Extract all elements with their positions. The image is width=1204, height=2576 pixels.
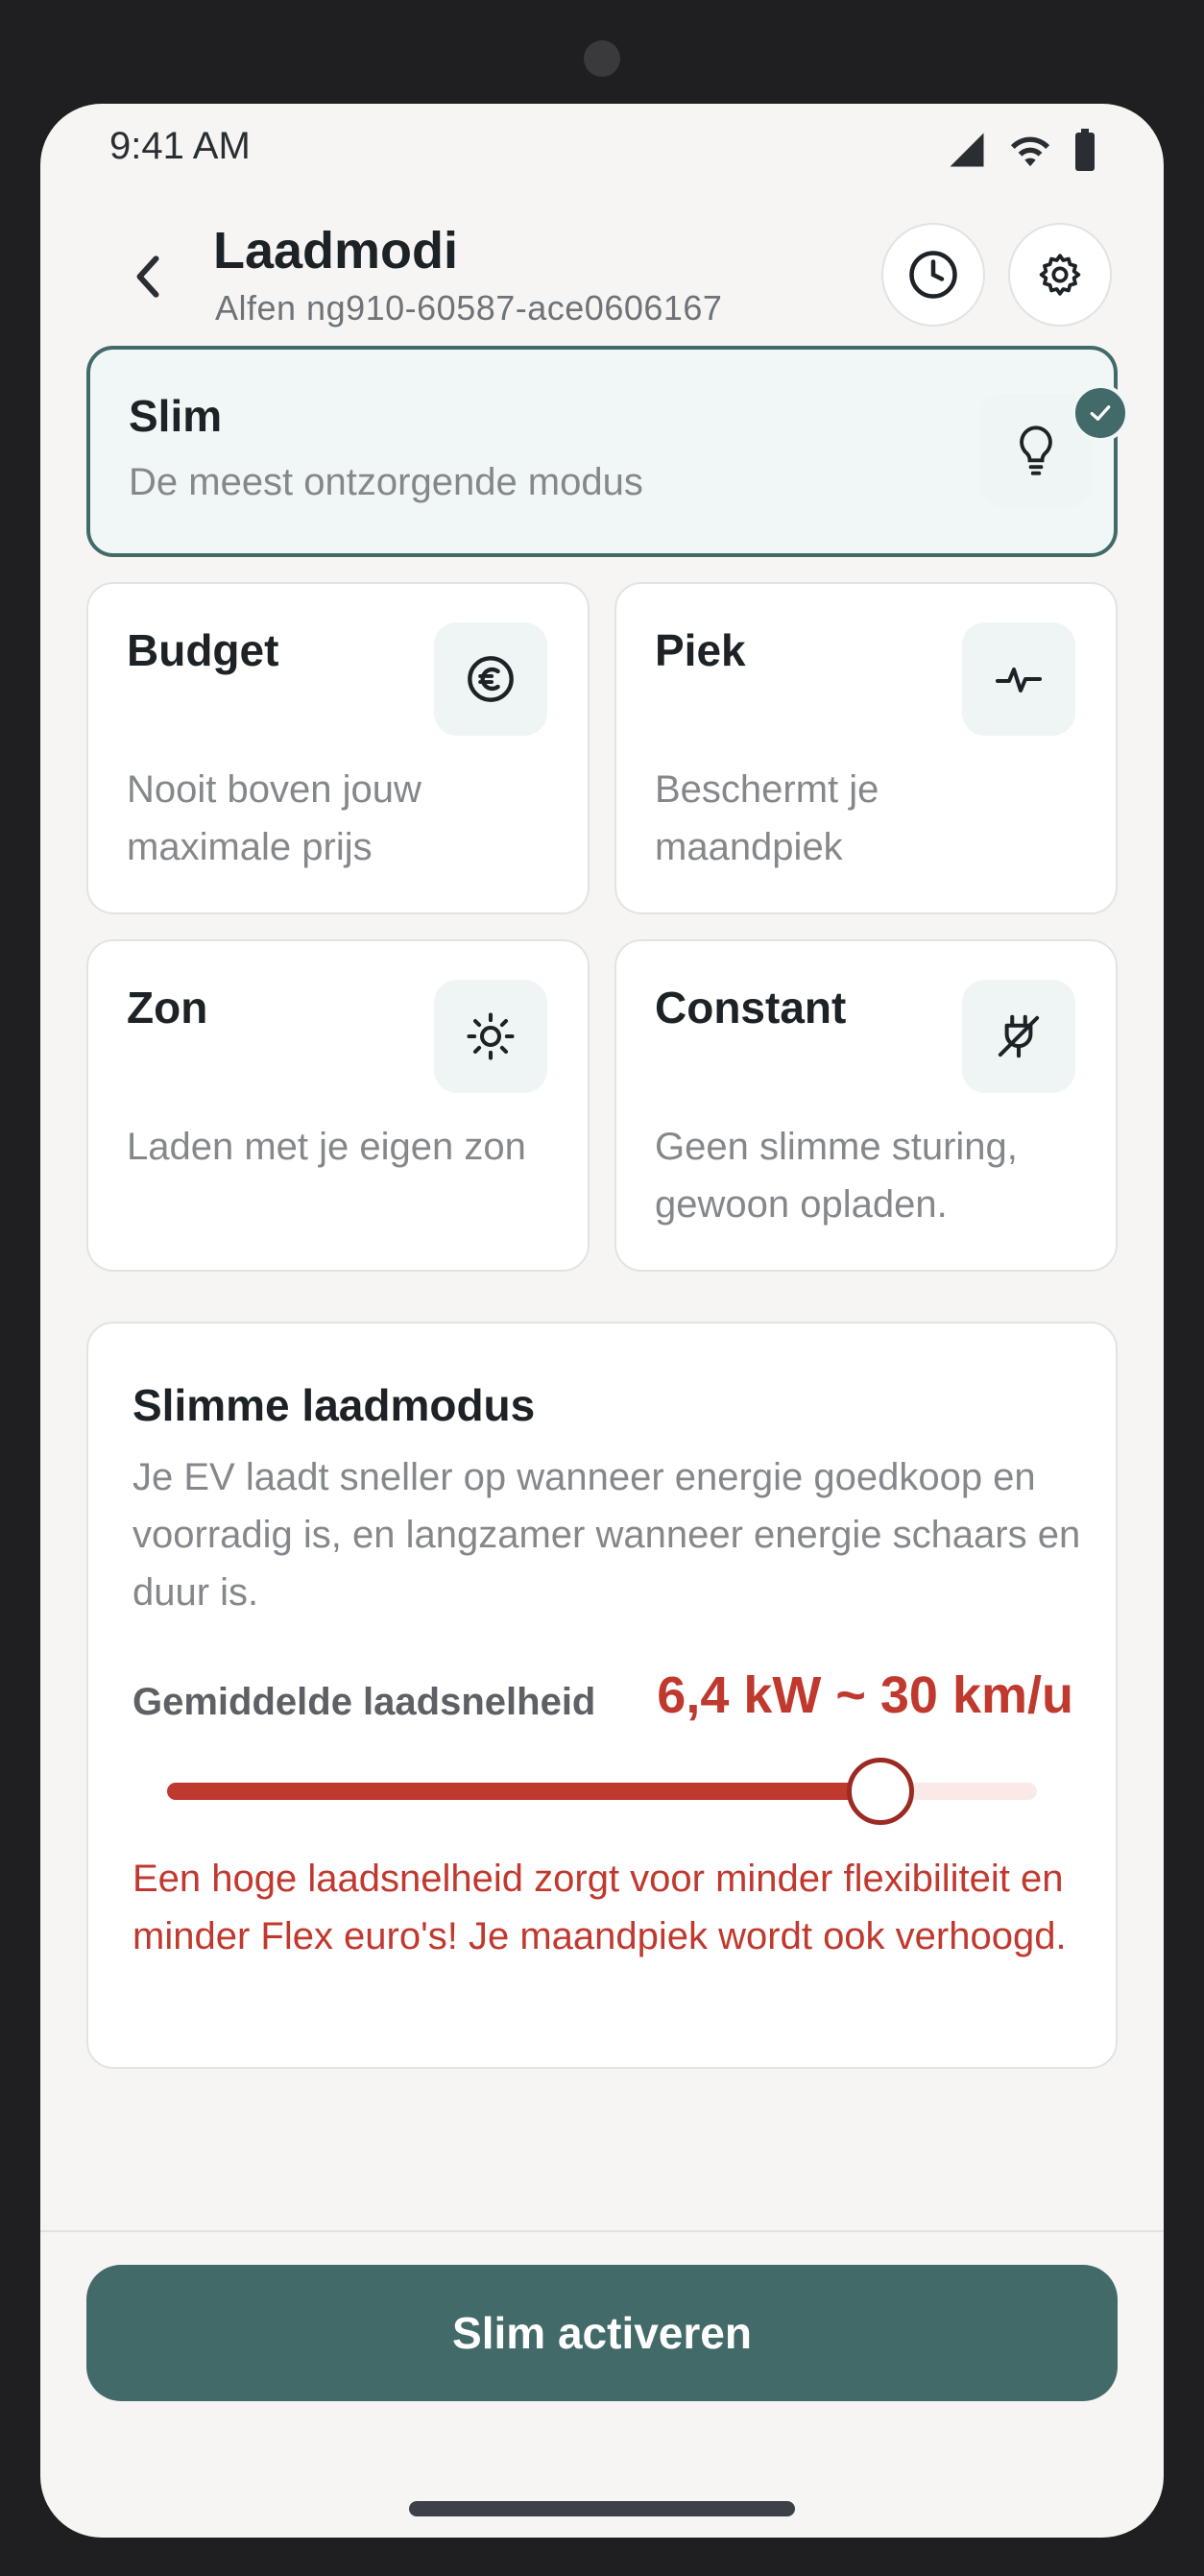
mode-card-budget[interactable]: Budget Nooit boven jouw maximale prijs — [86, 582, 590, 914]
chevron-left-icon — [136, 255, 159, 298]
mode-title: Zon — [127, 983, 208, 1033]
mode-card-constant[interactable]: Constant Geen slimme sturing, gewoon opl… — [614, 939, 1118, 1272]
mode-title: Slim — [129, 391, 223, 441]
front-camera — [584, 40, 620, 77]
mode-description: Beschermt je maandpiek — [655, 768, 879, 868]
status-time: 9:41 AM — [109, 125, 251, 167]
battery-icon — [1073, 129, 1096, 171]
info-body: Je EV laadt sneller op wanneer energie g… — [132, 1456, 1081, 1614]
mode-icon-tile — [962, 980, 1075, 1093]
home-indicator[interactable] — [409, 2501, 795, 2516]
clock-icon — [909, 251, 957, 299]
mode-card-zon[interactable]: Zon Laden met je eigen zon — [86, 939, 590, 1272]
mode-icon-tile — [434, 980, 547, 1093]
mode-title: Constant — [655, 983, 847, 1033]
euro-icon — [468, 656, 514, 702]
pulse-icon — [996, 668, 1042, 693]
cellular-signal-icon — [947, 130, 987, 170]
history-button[interactable] — [881, 223, 985, 327]
smart-mode-info-card: Slimme laadmodus Je EV laadt sneller op … — [86, 1322, 1118, 2069]
speed-value: 6,4 kW ~ 30 km/u — [657, 1666, 1073, 1724]
mode-description: Nooit boven jouw maximale prijs — [127, 768, 421, 868]
phone-frame: 9:41 AM Laadmodi Alfen ng910-60587-ace06… — [0, 0, 1204, 2576]
mode-icon-tile — [962, 622, 1075, 736]
settings-button[interactable] — [1008, 223, 1112, 327]
activate-button[interactable]: Slim activeren — [86, 2265, 1118, 2401]
high-speed-warning: Een hoge laadsnelheid zorgt voor minder … — [132, 1858, 1067, 1957]
mode-card-piek[interactable]: Piek Beschermt je maandpiek — [614, 582, 1118, 914]
info-title: Slimme laadmodus — [132, 1380, 536, 1430]
gear-icon — [1039, 254, 1081, 296]
back-button[interactable] — [119, 248, 177, 305]
page-title: Laadmodi — [213, 222, 459, 279]
speed-slider-fill — [167, 1783, 880, 1800]
check-icon — [1090, 405, 1111, 421]
speed-label: Gemiddelde laadsnelheid — [132, 1681, 596, 1723]
footer-divider — [40, 2230, 1164, 2232]
lightbulb-icon — [1020, 425, 1052, 475]
sun-icon — [467, 1012, 515, 1060]
mode-title: Budget — [127, 625, 279, 675]
mode-description: De meest ontzorgende modus — [129, 461, 643, 503]
charger-id: Alfen ng910-60587-ace0606167 — [215, 288, 723, 328]
plug-off-icon — [998, 1014, 1040, 1058]
selected-check-badge — [1072, 384, 1129, 442]
app-screen: 9:41 AM Laadmodi Alfen ng910-60587-ace06… — [40, 104, 1164, 2538]
mode-title: Piek — [655, 625, 746, 675]
speed-slider-thumb[interactable] — [846, 1758, 914, 1825]
wifi-icon — [1008, 130, 1052, 170]
mode-icon-tile — [434, 622, 547, 736]
mode-description: Laden met je eigen zon — [127, 1126, 526, 1168]
status-icons — [947, 129, 1096, 171]
mode-card-slim[interactable]: Slim De meest ontzorgende modus — [86, 346, 1129, 557]
mode-description: Geen slimme sturing, gewoon opladen. — [655, 1126, 1018, 1226]
